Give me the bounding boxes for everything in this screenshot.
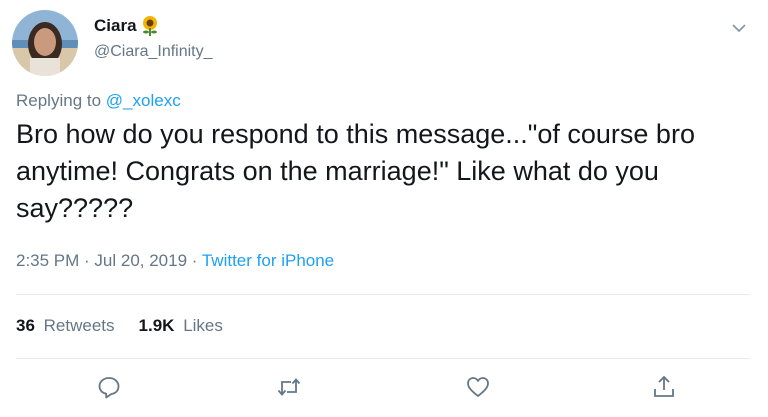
tweet-actions <box>0 374 768 402</box>
retweets-count: 36 <box>16 316 35 335</box>
tweet-meta: 2:35 PM · Jul 20, 2019 · Twitter for iPh… <box>16 251 334 271</box>
likes-stat[interactable]: 1.9K Likes <box>139 316 223 336</box>
heart-icon[interactable] <box>465 374 491 400</box>
tweet-timestamp[interactable]: 2:35 PM · Jul 20, 2019 · <box>16 251 202 270</box>
user-handle[interactable]: @Ciara_Infinity_ <box>94 43 213 61</box>
likes-label: Likes <box>183 316 223 335</box>
display-name[interactable]: Ciara <box>94 16 137 36</box>
replying-to-label: Replying to <box>16 91 102 110</box>
divider <box>16 358 750 359</box>
retweets-stat[interactable]: 36 Retweets <box>16 316 115 336</box>
tweet-source[interactable]: Twitter for iPhone <box>202 251 334 270</box>
divider <box>16 294 750 295</box>
replying-to-mention[interactable]: @_xolexc <box>106 91 181 110</box>
likes-count: 1.9K <box>138 316 175 335</box>
tweet-stats: 36 Retweets 1.9K Likes <box>16 316 247 336</box>
reply-icon[interactable] <box>96 374 122 400</box>
retweet-icon[interactable] <box>276 374 302 400</box>
avatar[interactable] <box>12 10 78 76</box>
retweets-label: Retweets <box>43 316 115 335</box>
share-icon[interactable] <box>651 374 677 400</box>
tweet-text: Bro how do you respond to this message..… <box>16 119 695 223</box>
replying-to-line: Replying to @_xolexc <box>16 91 181 111</box>
tweet-card: Ciara @Ciara_Infinity_ Replying to @_xol… <box>0 0 768 417</box>
chevron-down-icon[interactable] <box>732 20 746 33</box>
sunflower-emoji-icon <box>139 15 161 37</box>
